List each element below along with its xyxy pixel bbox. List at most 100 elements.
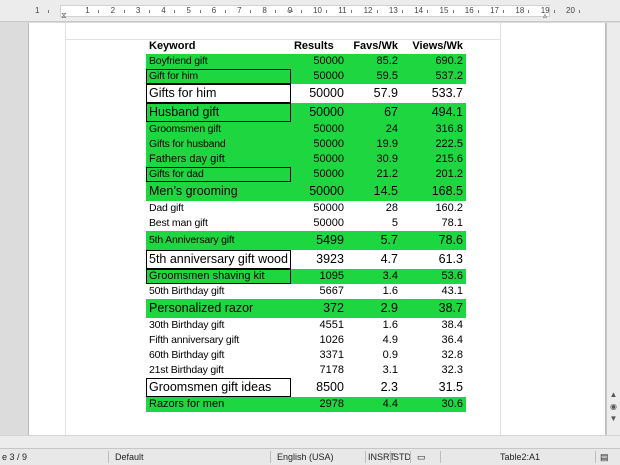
header-views[interactable]: Views/Wk xyxy=(401,39,466,54)
table-row[interactable]: 5th anniversary gift wood 3923 4.7 61.3 xyxy=(146,250,466,269)
table-row[interactable]: Husband gift 50000 67 494.1 xyxy=(146,103,466,122)
cell-keyword[interactable]: Gifts for him xyxy=(146,84,291,103)
table-row[interactable]: Dad gift 50000 28 160.2 xyxy=(146,201,466,216)
cell-results[interactable]: 50000 xyxy=(290,103,347,122)
cell-views[interactable]: 160.2 xyxy=(401,201,466,216)
cell-keyword[interactable]: 60th Birthday gift xyxy=(146,348,291,363)
cell-keyword[interactable]: Fifth anniversary gift xyxy=(146,333,291,348)
cell-views[interactable]: 36.4 xyxy=(401,333,466,348)
document-page[interactable]: Keyword Results Favs/Wk Views/Wk Boyfrie… xyxy=(28,23,606,435)
cell-keyword[interactable]: Groomsmen gift xyxy=(146,122,291,137)
cell-favs[interactable]: 14.5 xyxy=(346,182,401,201)
cell-results[interactable]: 7178 xyxy=(291,363,347,378)
cell-favs[interactable]: 0.9 xyxy=(347,348,401,363)
table-row[interactable]: Groomsmen shaving kit 1095 3.4 53.6 xyxy=(146,269,466,284)
cell-favs[interactable]: 24 xyxy=(346,122,401,137)
cell-keyword[interactable]: Boyfriend gift xyxy=(146,54,291,69)
cell-favs[interactable]: 85.2 xyxy=(346,54,401,69)
cell-keyword[interactable]: Groomsmen gift ideas xyxy=(146,378,291,397)
cell-favs[interactable]: 4.9 xyxy=(347,333,401,348)
cell-results[interactable]: 50000 xyxy=(290,122,347,137)
cell-keyword[interactable]: 30th Birthday gift xyxy=(146,318,291,333)
page-style[interactable]: Default xyxy=(115,449,144,465)
cell-results[interactable]: 50000 xyxy=(290,167,347,182)
cell-views[interactable]: 537.2 xyxy=(400,69,466,84)
table-row[interactable]: Men’s grooming 50000 14.5 168.5 xyxy=(146,182,466,201)
table-row[interactable]: Boyfriend gift 50000 85.2 690.2 xyxy=(146,54,466,69)
cell-views[interactable]: 78.1 xyxy=(401,216,466,231)
cell-keyword[interactable]: Best man gift xyxy=(146,216,291,231)
cell-results[interactable]: 50000 xyxy=(290,54,347,69)
cell-keyword[interactable]: Gifts for husband xyxy=(146,137,291,152)
cell-keyword[interactable]: Fathers day gift xyxy=(146,152,291,167)
cell-results[interactable]: 8500 xyxy=(291,378,347,397)
cell-views[interactable]: 690.2 xyxy=(400,54,466,69)
cell-views[interactable]: 38.7 xyxy=(400,299,466,318)
cell-views[interactable]: 215.6 xyxy=(400,152,466,167)
cell-favs[interactable]: 4.4 xyxy=(346,397,401,412)
cell-keyword[interactable]: 50th Birthday gift xyxy=(146,284,291,299)
cell-keyword[interactable]: Gifts for dad xyxy=(146,167,291,182)
cell-results[interactable]: 50000 xyxy=(291,216,347,231)
cell-results[interactable]: 3923 xyxy=(291,250,347,269)
cell-views[interactable]: 222.5 xyxy=(400,137,466,152)
cell-views[interactable]: 32.3 xyxy=(401,363,466,378)
cell-views[interactable]: 43.1 xyxy=(401,284,466,299)
table-row[interactable]: Gifts for dad 50000 21.2 201.2 xyxy=(146,167,466,182)
cell-keyword[interactable]: Personalized razor xyxy=(146,299,291,318)
navigator-icon[interactable]: ◉ xyxy=(608,401,619,412)
cell-favs[interactable]: 30.9 xyxy=(346,152,401,167)
indent-marker-icon[interactable]: ⧖ xyxy=(61,11,67,21)
cell-results[interactable]: 5667 xyxy=(291,284,347,299)
cell-results[interactable]: 50000 xyxy=(290,152,347,167)
next-page-icon[interactable]: ▼ xyxy=(608,413,619,424)
cell-favs[interactable]: 5.7 xyxy=(346,231,401,250)
cell-favs[interactable]: 67 xyxy=(346,103,401,122)
cell-views[interactable]: 53.6 xyxy=(400,269,466,284)
table-row[interactable]: 30th Birthday gift 4551 1.6 38.4 xyxy=(146,318,466,333)
cell-results[interactable]: 3371 xyxy=(291,348,347,363)
page-count[interactable]: e 3 / 9 xyxy=(2,449,27,465)
table-row[interactable]: Personalized razor 372 2.9 38.7 xyxy=(146,299,466,318)
cell-views[interactable]: 316.8 xyxy=(400,122,466,137)
prev-page-icon[interactable]: ▲ xyxy=(608,389,619,400)
horizontal-ruler[interactable]: 1 1 2 3 4 5 6 7 8 9 10 11 12 13 14 15 16 17 18 19 20 ⧖ ⌴ ▵ xyxy=(0,0,620,22)
cell-results[interactable]: 50000 xyxy=(291,201,347,216)
table-row[interactable]: 21st Birthday gift 7178 3.1 32.3 xyxy=(146,363,466,378)
cell-views[interactable]: 168.5 xyxy=(400,182,466,201)
cell-favs[interactable]: 1.6 xyxy=(347,318,401,333)
view-layout-icon[interactable]: ▤ xyxy=(600,449,609,465)
cell-views[interactable]: 61.3 xyxy=(401,250,466,269)
cell-keyword[interactable]: Dad gift xyxy=(146,201,291,216)
cell-views[interactable]: 533.7 xyxy=(401,84,466,103)
cell-keyword[interactable]: 21st Birthday gift xyxy=(146,363,291,378)
cell-results[interactable]: 2978 xyxy=(290,397,347,412)
header-keyword[interactable]: Keyword xyxy=(146,39,291,54)
cell-keyword[interactable]: Husband gift xyxy=(146,103,291,122)
cell-favs[interactable]: 3.4 xyxy=(346,269,401,284)
cell-results[interactable]: 1095 xyxy=(290,269,347,284)
cell-keyword[interactable]: Razors for men xyxy=(146,397,291,412)
table-row[interactable]: Groomsmen gift ideas 8500 2.3 31.5 xyxy=(146,378,466,397)
cell-results[interactable]: 1026 xyxy=(291,333,347,348)
cell-views[interactable]: 30.6 xyxy=(400,397,466,412)
cell-results[interactable]: 4551 xyxy=(291,318,347,333)
header-favs[interactable]: Favs/Wk xyxy=(347,39,401,54)
cell-results[interactable]: 50000 xyxy=(290,182,347,201)
table-row[interactable]: Razors for men 2978 4.4 30.6 xyxy=(146,397,466,412)
cell-favs[interactable]: 28 xyxy=(347,201,401,216)
cell-results[interactable]: 50000 xyxy=(290,137,347,152)
cell-keyword[interactable]: 5th Anniversary gift xyxy=(146,231,291,250)
cell-keyword[interactable]: Men’s grooming xyxy=(146,182,291,201)
cell-views[interactable]: 78.6 xyxy=(400,231,466,250)
cell-favs[interactable]: 4.7 xyxy=(347,250,401,269)
right-indent-marker-icon[interactable]: ▵ xyxy=(543,11,547,21)
cell-results[interactable]: 50000 xyxy=(290,69,347,84)
cell-results[interactable]: 50000 xyxy=(291,84,347,103)
cell-favs[interactable]: 2.3 xyxy=(347,378,401,397)
cell-keyword[interactable]: 5th anniversary gift wood xyxy=(146,250,291,269)
vertical-scrollbar[interactable]: ▲ ◉ ▼ xyxy=(606,23,620,435)
cell-favs[interactable]: 19.9 xyxy=(346,137,401,152)
cell-favs[interactable]: 57.9 xyxy=(347,84,401,103)
cell-views[interactable]: 494.1 xyxy=(400,103,466,122)
